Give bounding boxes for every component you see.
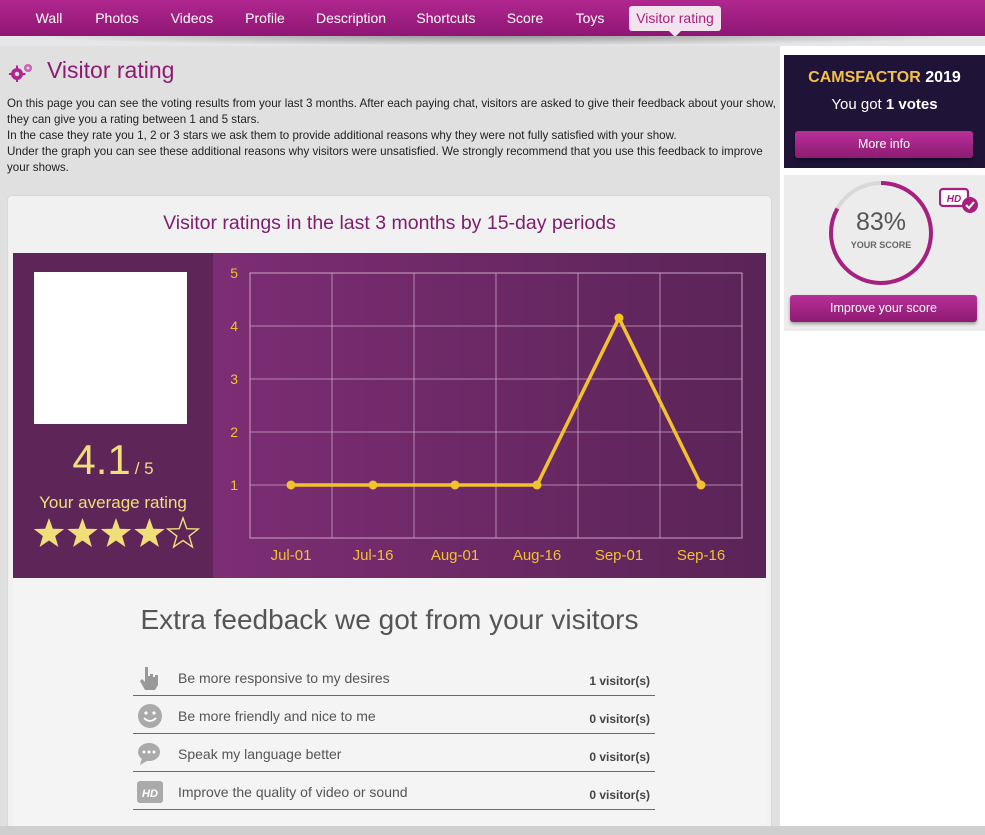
- gears-icon: [9, 64, 32, 82]
- score-percent: 83%: [855, 208, 907, 236]
- average-rating-scale: / 5: [134, 459, 154, 478]
- tab-profile[interactable]: Profile: [236, 0, 294, 36]
- avatar: [34, 272, 187, 424]
- x-tick-label: Sep-16: [677, 547, 725, 564]
- svg-text:HD: HD: [142, 788, 158, 800]
- hd-check-badge: HD: [939, 187, 978, 213]
- star-filled-icon: [100, 518, 132, 547]
- average-rating-number: 4.1: [72, 436, 131, 483]
- tab-shortcuts[interactable]: Shortcuts: [408, 0, 484, 36]
- page-title: Visitor rating: [47, 57, 175, 83]
- intro-text: On this page you can see the voting resu…: [7, 96, 777, 176]
- feedback-count: 0 visitor(s): [589, 788, 650, 802]
- tab-wall[interactable]: Wall: [22, 0, 76, 36]
- star-filled-icon: [33, 518, 65, 547]
- x-tick-label: Sep-01: [595, 547, 643, 564]
- feedback-row: HD Improve the quality of video or sound…: [133, 772, 655, 810]
- intro-paragraph: Under the graph you can see these additi…: [7, 145, 763, 174]
- tab-photos[interactable]: Photos: [86, 0, 148, 36]
- rating-line-chart: 1 2 3 4 5 Jul-01 Jul-16 Aug-01 Aug-16 Sep-01 Sep-1…: [230, 265, 743, 564]
- camsfactor-year: 2019: [925, 69, 961, 86]
- feedback-row: Be more responsive to my desires 1 visit…: [133, 658, 655, 696]
- feedback-label: Improve the quality of video or sound: [178, 784, 408, 800]
- rating-chart: 1 2 3 4 5 Jul-01 Jul-16 Aug-01 Aug-16 Sep-01 Sep-1…: [213, 253, 766, 578]
- hd-badge-text: HD: [947, 194, 961, 205]
- tab-description[interactable]: Description: [308, 0, 394, 36]
- x-tick-label: Aug-01: [431, 547, 479, 564]
- y-tick-label: 2: [230, 424, 238, 440]
- more-info-button[interactable]: More info: [795, 131, 973, 158]
- feedback-row: Be more friendly and nice to me 0 visito…: [133, 696, 655, 734]
- feedback-label: Speak my language better: [178, 746, 342, 762]
- smiley-icon: [138, 704, 162, 728]
- y-tick-label: 3: [230, 371, 238, 387]
- data-point: [614, 313, 624, 323]
- data-point: [450, 480, 460, 490]
- y-tick-label: 4: [230, 318, 238, 334]
- average-rating-value: 4.1/ 5: [13, 436, 213, 484]
- feedback-count: 0 visitor(s): [589, 750, 650, 764]
- hd-icon: HD: [137, 781, 163, 803]
- feedback-count: 1 visitor(s): [589, 674, 650, 688]
- star-rating: [33, 515, 201, 549]
- improve-score-button[interactable]: Improve your score: [790, 295, 977, 322]
- x-tick-label: Jul-16: [353, 547, 394, 564]
- votes-count: 1 votes: [885, 96, 938, 113]
- hand-pointer-icon: [140, 667, 158, 690]
- feedback-row: Speak my language better 0 visitor(s): [133, 734, 655, 772]
- star-empty-icon: [165, 515, 201, 549]
- y-tick-label: 5: [230, 265, 238, 281]
- x-tick-label: Jul-01: [271, 547, 312, 564]
- nav-shadow: [20, 36, 970, 46]
- bottom-scrollbar[interactable]: [0, 826, 985, 835]
- camsfactor-title: CAMSFACTOR 2019: [784, 69, 985, 87]
- top-navigation: Wall Photos Videos Profile Description S…: [0, 0, 985, 37]
- tab-visitor-rating-label: Visitor rating: [636, 10, 714, 26]
- score-label: YOUR SCORE: [850, 240, 912, 250]
- feedback-title: Extra feedback we got from your visitors: [140, 604, 639, 635]
- average-rating-label: Your average rating: [39, 493, 187, 512]
- chat-bubble-icon: [138, 743, 160, 765]
- intro-paragraph: In the case they rate you 1, 2 or 3 star…: [7, 129, 677, 142]
- star-filled-icon: [67, 518, 98, 547]
- data-point: [696, 480, 706, 490]
- intro-paragraph: On this page you can see the voting resu…: [7, 97, 776, 126]
- tab-score[interactable]: Score: [498, 0, 552, 36]
- tab-toys[interactable]: Toys: [566, 0, 614, 36]
- x-tick-label: Aug-16: [513, 547, 561, 564]
- chart-title: Visitor ratings in the last 3 months by …: [163, 212, 616, 234]
- feedback-count: 0 visitor(s): [589, 712, 650, 726]
- tab-visitor-rating[interactable]: Visitor rating: [629, 6, 721, 37]
- tab-videos[interactable]: Videos: [160, 0, 224, 36]
- data-point: [532, 480, 542, 490]
- camsfactor-votes: You got 1 votes: [784, 96, 985, 113]
- votes-prefix: You got: [831, 96, 882, 113]
- feedback-label: Be more friendly and nice to me: [178, 708, 376, 724]
- y-tick-label: 1: [230, 477, 238, 493]
- star-filled-icon: [134, 518, 165, 547]
- camsfactor-brand: CAMSFACTOR: [808, 69, 921, 86]
- data-point: [368, 480, 378, 490]
- feedback-label: Be more responsive to my desires: [178, 670, 390, 686]
- data-point: [286, 480, 296, 490]
